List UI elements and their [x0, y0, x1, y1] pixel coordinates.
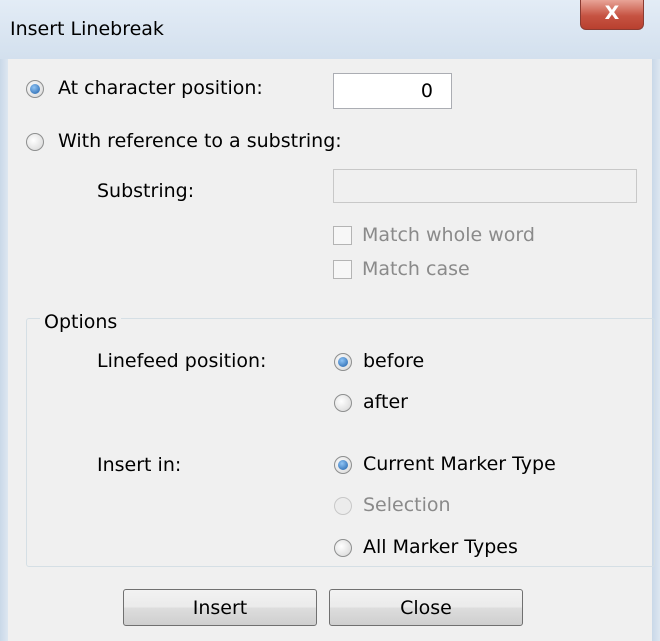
window-title: Insert Linebreak [10, 18, 164, 40]
linefeed-before-radio[interactable] [334, 353, 352, 371]
linefeed-before-label[interactable]: before [363, 350, 424, 372]
match-case-checkbox[interactable] [333, 260, 352, 279]
current-marker-type-label[interactable]: Current Marker Type [363, 453, 556, 475]
match-case-label[interactable]: Match case [362, 258, 470, 280]
window-close-button[interactable]: X [580, 0, 644, 30]
substring-reference-radio[interactable] [26, 133, 44, 151]
substring-reference-label[interactable]: With reference to a substring: [58, 130, 342, 152]
insert-in-label: Insert in: [97, 454, 182, 476]
close-icon: X [604, 2, 620, 24]
linefeed-position-label: Linefeed position: [97, 350, 267, 372]
title-bar: Insert Linebreak X [0, 0, 660, 59]
linefeed-after-radio[interactable] [334, 394, 352, 412]
all-marker-types-label[interactable]: All Marker Types [363, 536, 518, 558]
current-marker-type-radio[interactable] [334, 456, 352, 474]
match-whole-word-checkbox[interactable] [333, 226, 352, 245]
selection-radio[interactable] [334, 497, 352, 515]
selection-label[interactable]: Selection [363, 494, 451, 516]
substring-label: Substring: [97, 180, 195, 202]
window-frame-left [0, 59, 8, 641]
close-button[interactable]: Close [329, 589, 523, 626]
linefeed-after-label[interactable]: after [363, 391, 408, 413]
all-marker-types-radio[interactable] [334, 539, 352, 557]
options-group-title: Options [40, 311, 122, 333]
at-character-position-label[interactable]: At character position: [58, 77, 263, 99]
character-position-input[interactable] [333, 73, 452, 109]
match-whole-word-label[interactable]: Match whole word [362, 224, 535, 246]
insert-button[interactable]: Insert [123, 589, 317, 626]
at-character-position-radio[interactable] [26, 80, 44, 98]
substring-input[interactable] [333, 169, 637, 203]
